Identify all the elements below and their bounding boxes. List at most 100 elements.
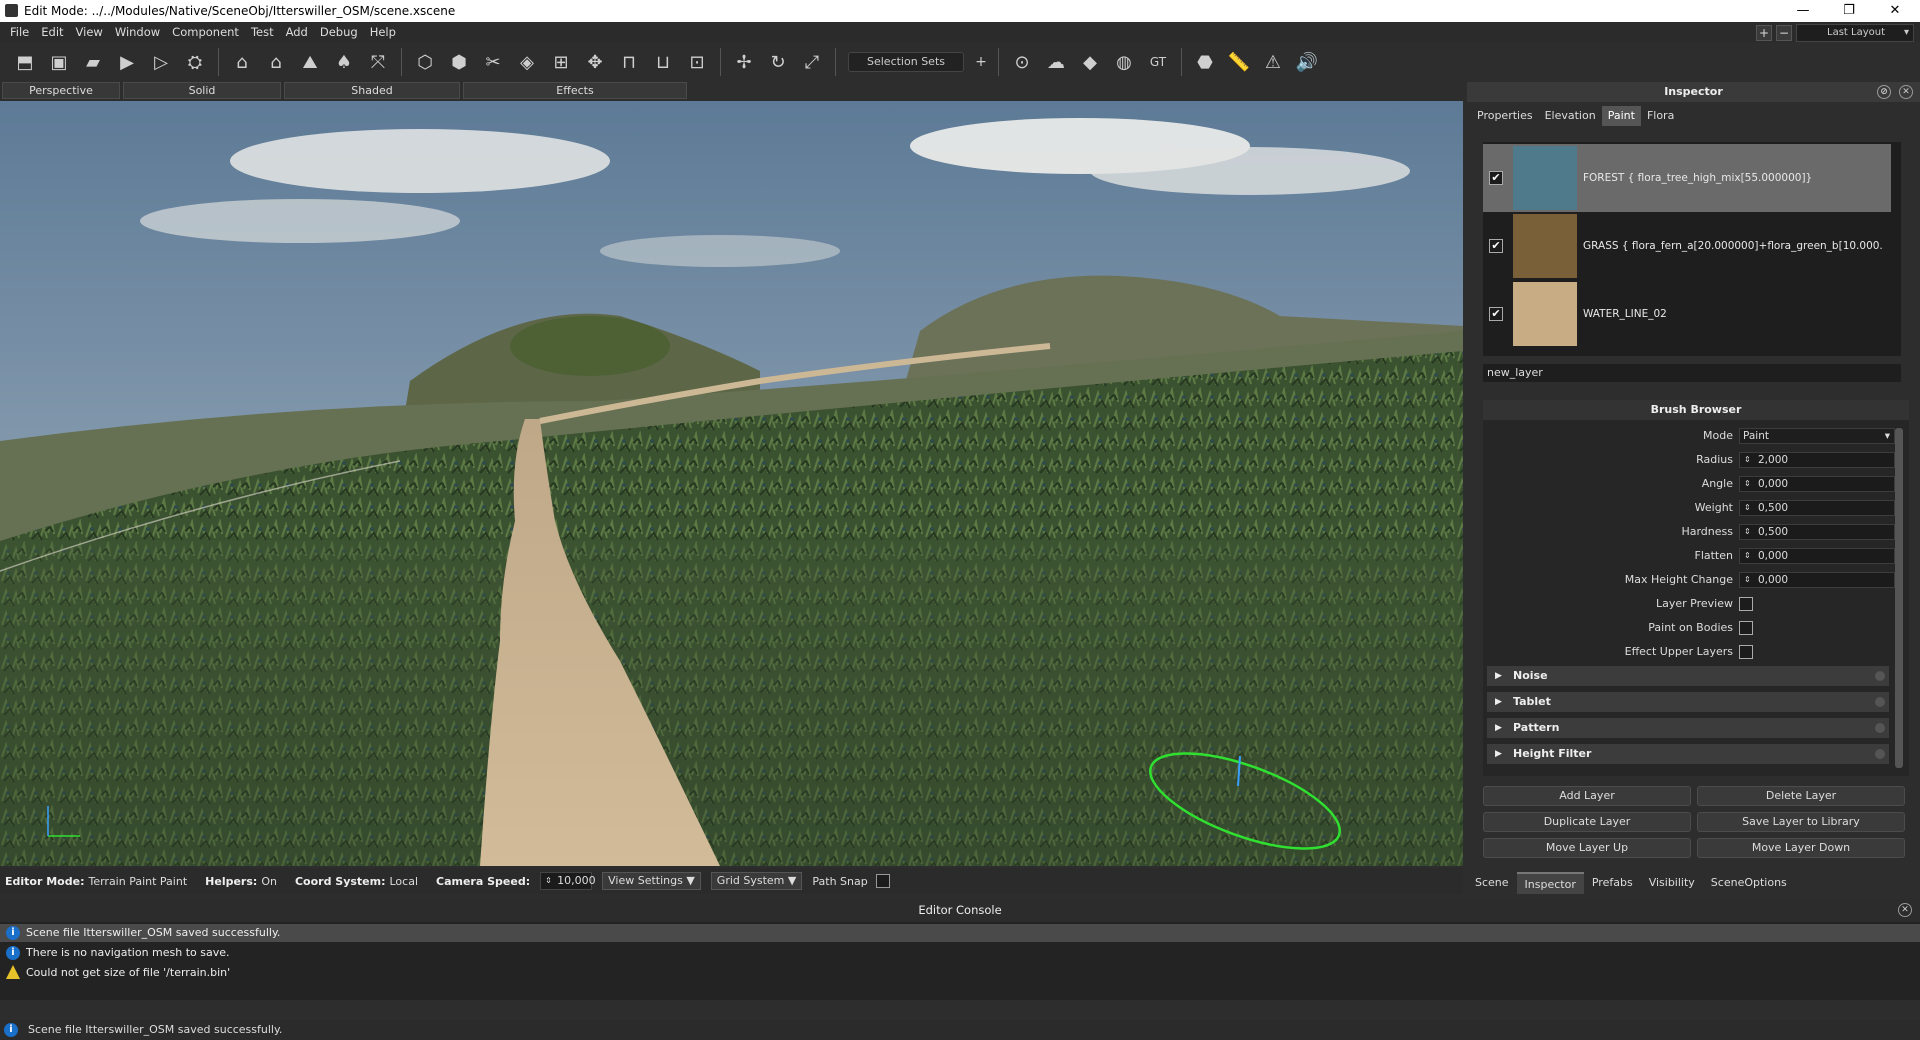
noise-section[interactable]: ▶ Noise [1487,666,1889,686]
tab-inspector[interactable]: Inspector [1516,872,1584,894]
bridge-icon[interactable]: ⊓ [615,48,643,76]
console-line[interactable]: i There is no navigation mesh to save. [0,944,1920,962]
menu-window[interactable]: Window [115,25,160,39]
height-filter-section[interactable]: ▶ Height Filter [1487,744,1889,764]
console-line[interactable]: i Scene file Itterswiller_OSM saved succ… [0,924,1920,942]
menu-add[interactable]: Add [286,25,308,39]
menu-help[interactable]: Help [370,25,396,39]
move-layer-up-button[interactable]: Move Layer Up [1483,838,1691,858]
add-layer-button[interactable]: Add Layer [1483,786,1691,806]
tab-shaded[interactable]: Shaded [284,82,460,99]
new-layer-input[interactable]: new_layer [1483,364,1901,382]
globe-icon[interactable]: ◍ [1110,48,1138,76]
warning-icon[interactable]: ⚠ [1259,48,1287,76]
cube-add-icon[interactable]: ⬢ [445,48,473,76]
list-item[interactable]: ✔ GRASS { flora_fern_a[20.000000]+flora_… [1483,212,1891,280]
layer-checkbox[interactable]: ✔ [1489,239,1503,253]
layout-select[interactable]: Last Layout ▾ [1796,24,1914,42]
menu-edit[interactable]: Edit [41,25,63,39]
package-icon[interactable]: ⬣ [1191,48,1219,76]
delete-layer-button[interactable]: Delete Layer [1697,786,1905,806]
close-icon[interactable]: ✕ [1898,903,1912,917]
move-icon[interactable]: ✢ [730,48,758,76]
road-icon[interactable]: ⊔ [649,48,677,76]
list-item[interactable]: ✔ WATER_LINE_02 [1483,280,1891,348]
settings-icon[interactable]: ⊘ [1877,85,1891,99]
cube-icon[interactable]: ⬡ [411,48,439,76]
menu-debug[interactable]: Debug [320,25,358,39]
fence-icon[interactable]: ⊡ [683,48,711,76]
sound-icon[interactable]: 🔊 [1293,48,1321,76]
add-selection-set-button[interactable]: + [973,48,989,76]
close-window-button[interactable]: ✕ [1872,0,1918,22]
terrain-icon[interactable]: ⛰ [296,48,324,76]
house-icon[interactable]: ⌂ [228,48,256,76]
radius-input[interactable]: ⇕ 2,000 [1739,452,1895,468]
menu-view[interactable]: View [76,25,103,39]
menu-file[interactable]: File [10,25,29,39]
flatten-input[interactable]: ⇕ 0,000 [1739,548,1895,564]
view-settings-dropdown[interactable]: View Settings ▼ [602,872,701,890]
add-layout-button[interactable]: + [1756,25,1772,41]
selection-sets-button[interactable]: Selection Sets [848,52,964,72]
tab-elevation[interactable]: Elevation [1539,106,1602,126]
puzzle-icon[interactable]: ✥ [581,48,609,76]
grid-system-dropdown[interactable]: Grid System ▼ [710,872,803,890]
structure-icon[interactable]: ⊞ [547,48,575,76]
max-height-input[interactable]: ⇕ 0,000 [1739,572,1895,588]
tablet-section[interactable]: ▶ Tablet [1487,692,1889,712]
save-icon[interactable]: ▣ [45,48,73,76]
brush-browser-scrollbar[interactable] [1895,428,1903,768]
menu-component[interactable]: Component [172,25,239,39]
minimize-button[interactable]: — [1780,0,1826,22]
tab-visibility[interactable]: Visibility [1641,872,1703,894]
rotate-icon[interactable]: ↻ [764,48,792,76]
angle-input[interactable]: ⇕ 0,000 [1739,476,1895,492]
play-icon[interactable]: ▶ [113,48,141,76]
scale-icon[interactable]: ⤢ [798,48,826,76]
tab-paint[interactable]: Paint [1601,106,1641,126]
list-item[interactable]: ✔ FOREST { flora_tree_high_mix[55.000000… [1483,144,1891,212]
house-add-icon[interactable]: ⌂ [262,48,290,76]
ruler-icon[interactable]: 📏 [1225,48,1253,76]
tab-prefabs[interactable]: Prefabs [1584,872,1641,894]
layer-preview-checkbox[interactable] [1739,597,1753,611]
tab-scene[interactable]: Scene [1467,872,1517,894]
duplicate-layer-button[interactable]: Duplicate Layer [1483,812,1691,832]
tab-effects[interactable]: Effects [463,82,687,99]
close-icon[interactable]: ✕ [1899,85,1913,99]
effect-upper-checkbox[interactable] [1739,645,1753,659]
scissors-icon[interactable]: ✂ [479,48,507,76]
paint-layer-list[interactable]: ✔ FOREST { flora_tree_high_mix[55.000000… [1483,142,1901,356]
open-folder-icon[interactable]: ▰ [79,48,107,76]
tab-properties[interactable]: Properties [1471,106,1539,126]
restore-button[interactable]: ❐ [1826,0,1872,22]
tree-icon[interactable]: ♠ [330,48,358,76]
weather-icon[interactable]: ☁ [1042,48,1070,76]
tab-scene-options[interactable]: SceneOptions [1703,872,1795,894]
scene-viewport[interactable] [0,101,1463,866]
console-line[interactable]: Could not get size of file '/terrain.bin… [0,964,1920,982]
path-snap-checkbox[interactable] [875,874,890,888]
move-layer-down-button[interactable]: Move Layer Down [1697,838,1905,858]
weight-input[interactable]: ⇕ 0,500 [1739,500,1895,516]
layer-checkbox[interactable]: ✔ [1489,171,1503,185]
transform-icon[interactable]: ⤧ [364,48,392,76]
shape-icon[interactable]: ◆ [1076,48,1104,76]
camera-speed-input[interactable]: ⇕ 10,000 [540,872,596,890]
binoculars-icon[interactable]: ⊙ [1008,48,1036,76]
build-icon[interactable]: ⛭ [181,48,209,76]
new-scene-icon[interactable]: ⬒ [11,48,39,76]
tab-perspective[interactable]: Perspective [2,82,120,99]
pattern-section[interactable]: ▶ Pattern [1487,718,1889,738]
paint-bodies-checkbox[interactable] [1739,621,1753,635]
menu-test[interactable]: Test [251,25,274,39]
gt-icon[interactable]: GT [1144,48,1172,76]
mode-select[interactable]: Paint ▾ [1739,428,1895,444]
play-outline-icon[interactable]: ▷ [147,48,175,76]
remove-layout-button[interactable]: − [1776,25,1792,41]
layer-checkbox[interactable]: ✔ [1489,307,1503,321]
object-icon[interactable]: ◈ [513,48,541,76]
hardness-input[interactable]: ⇕ 0,500 [1739,524,1895,540]
save-layer-library-button[interactable]: Save Layer to Library [1697,812,1905,832]
